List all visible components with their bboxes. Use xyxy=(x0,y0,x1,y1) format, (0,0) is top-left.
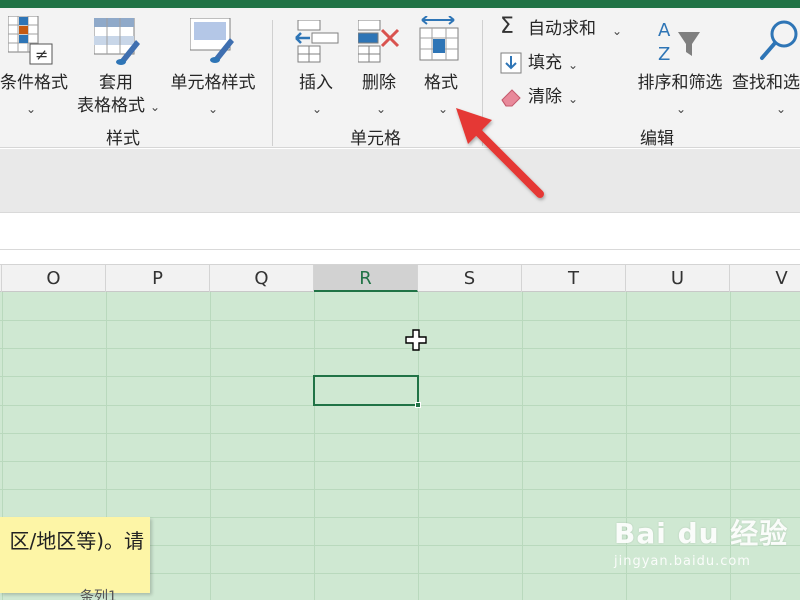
chevron-down-icon: ⌄ xyxy=(312,102,323,116)
fill-down-icon xyxy=(500,52,522,74)
sigma-icon: Σ xyxy=(500,14,514,39)
cells-group-label: 单元格 xyxy=(350,129,401,149)
formula-bar-area xyxy=(0,149,800,213)
formula-input[interactable] xyxy=(0,214,800,250)
fill-label: 填充 xyxy=(528,53,562,73)
fill-button[interactable]: 填充 ⌄ xyxy=(498,50,588,78)
format-as-table-button[interactable]: 套用 表格格式 ⌄ xyxy=(70,12,162,120)
delete-label: 删除 xyxy=(362,73,396,93)
svg-text:Z: Z xyxy=(658,44,670,65)
format-as-table-label-2: 表格格式 xyxy=(77,96,145,116)
conditional-formatting-icon: ≠ xyxy=(8,16,53,65)
sort-filter-button[interactable]: A Z 排序和筛选 ⌄ xyxy=(634,12,726,120)
comment-note-text: 区/地区等)。请 xyxy=(9,529,144,553)
watermark-url: jingyan.baidu.com xyxy=(614,554,751,569)
svg-text:≠: ≠ xyxy=(35,45,48,64)
column-header-u[interactable]: U xyxy=(626,265,730,292)
comment-note: 区/地区等)。请 xyxy=(0,517,150,593)
chevron-down-icon: ⌄ xyxy=(568,58,579,72)
title-bar-strip xyxy=(0,0,800,8)
insert-button[interactable]: 插入 ⌄ xyxy=(290,12,342,120)
column-header-v[interactable]: V xyxy=(730,265,800,292)
watermark-brand: Bai du 经验 xyxy=(614,517,789,550)
baidu-watermark: Bai du 经验 jingyan.baidu.com xyxy=(614,512,788,569)
group-separator xyxy=(272,20,273,146)
format-cells-icon xyxy=(419,16,459,61)
cell-styles-button[interactable]: 单元格样式 ⌄ xyxy=(164,12,262,120)
column-header-q[interactable]: Q xyxy=(210,265,314,292)
chevron-down-icon: ⌄ xyxy=(612,24,623,38)
styles-group-label: 样式 xyxy=(106,129,140,149)
column-header-p[interactable]: P xyxy=(106,265,210,292)
column-header-s[interactable]: S xyxy=(418,265,522,292)
delete-button[interactable]: 删除 ⌄ xyxy=(352,12,406,120)
column-header-o[interactable]: O xyxy=(2,265,106,292)
cell-styles-label: 单元格样式 xyxy=(170,73,256,93)
autosum-label: 自动求和 xyxy=(528,19,596,39)
editing-group-label: 编辑 xyxy=(640,129,674,149)
cell-text-partial: 条列1 xyxy=(80,589,117,600)
svg-text:A: A xyxy=(658,20,671,41)
fill-handle[interactable] xyxy=(415,402,421,408)
chevron-down-icon: ⌄ xyxy=(676,102,687,116)
search-icon xyxy=(760,20,798,60)
format-as-table-label-1: 套用 xyxy=(99,73,133,93)
excel-window: { "ribbon": { "styles_group": { "conditi… xyxy=(0,0,800,600)
ribbon: ≠ 条件格式 ⌄ 套用 表格格式 ⌄ 单元格样式 ⌄ 样式 插入 ⌄ 删除 ⌄ … xyxy=(0,8,800,149)
column-header-r[interactable]: R xyxy=(314,265,418,292)
active-cell-r[interactable] xyxy=(313,375,421,408)
conditional-formatting-button[interactable]: ≠ 条件格式 ⌄ xyxy=(0,12,68,120)
sort-filter-label: 排序和筛选 xyxy=(637,73,723,93)
column-header-t[interactable]: T xyxy=(522,265,626,292)
chevron-down-icon: ⌄ xyxy=(376,102,387,116)
cell-cursor-icon xyxy=(405,329,427,351)
autosum-button[interactable]: Σ 自动求和 ⌄ xyxy=(498,16,626,44)
delete-cells-icon xyxy=(358,20,400,63)
insert-cells-icon xyxy=(295,20,339,63)
chevron-down-icon: ⌄ xyxy=(776,102,787,116)
cell-styles-icon xyxy=(190,18,234,63)
conditional-formatting-label: 条件格式 xyxy=(0,73,68,93)
chevron-down-icon: ⌄ xyxy=(568,92,579,106)
format-label: 格式 xyxy=(424,73,458,93)
insert-label: 插入 xyxy=(299,73,333,93)
chevron-down-icon: ⌄ xyxy=(208,102,219,116)
chevron-down-icon: ⌄ xyxy=(26,102,37,116)
format-as-table-icon xyxy=(94,18,140,65)
sort-filter-icon: A Z xyxy=(658,20,700,65)
find-select-button[interactable]: 查找和选 ⌄ xyxy=(732,12,800,120)
annotation-arrow-icon xyxy=(456,108,544,198)
column-header-row: O P Q R S T U V xyxy=(0,264,800,292)
find-select-label: 查找和选 xyxy=(732,73,800,93)
chevron-down-icon: ⌄ xyxy=(150,100,161,114)
